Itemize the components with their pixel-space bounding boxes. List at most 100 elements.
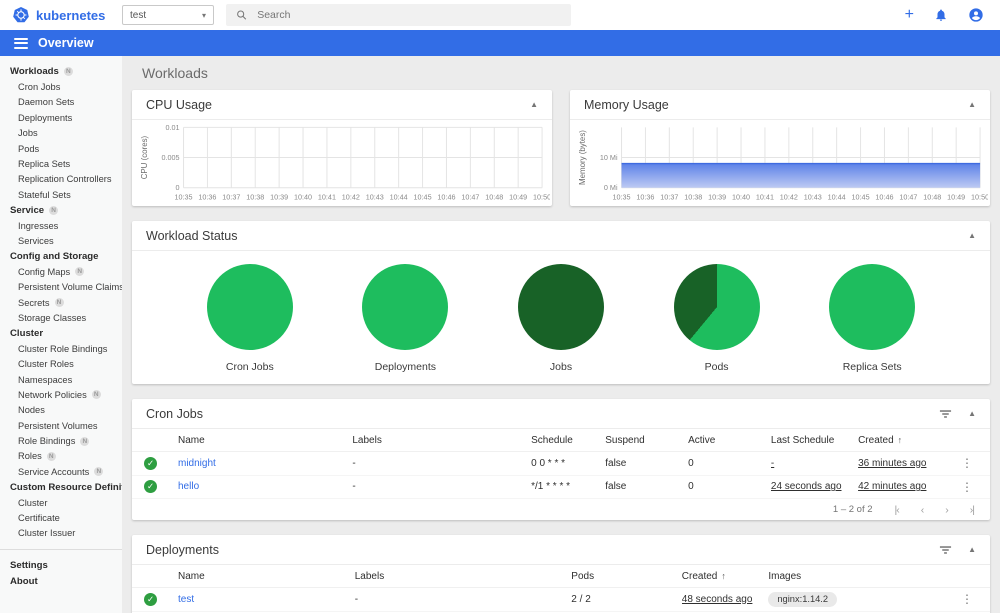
sidebar-item-jobs[interactable]: Jobs: [0, 126, 122, 141]
user-account-icon[interactable]: [968, 7, 984, 23]
sidebar-item-deployments[interactable]: Deployments: [0, 110, 122, 125]
sidebar-item-cluster-roles[interactable]: Cluster Roles: [0, 356, 122, 371]
sidebar-section-custom-resource-definitions[interactable]: Custom Resource Definitions: [0, 480, 122, 495]
sidebar-item-nodes[interactable]: Nodes: [0, 403, 122, 418]
row-menu-button[interactable]: ⋮: [954, 456, 980, 470]
cell-created: 48 seconds ago: [682, 594, 769, 605]
cell-text: -: [352, 481, 356, 493]
timestamp-link[interactable]: 42 minutes ago: [858, 481, 926, 492]
column-header-last-schedule[interactable]: Last Schedule: [771, 435, 858, 446]
hamburger-menu-icon[interactable]: [14, 37, 28, 49]
column-header-created[interactable]: Created ↑: [682, 571, 769, 582]
sidebar-item-persistent-volumes[interactable]: Persistent Volumes: [0, 418, 122, 433]
sidebar-item-cluster-role-bindings[interactable]: Cluster Role Bindings: [0, 341, 122, 356]
column-header-labels[interactable]: Labels: [352, 435, 531, 446]
collapse-caret-icon[interactable]: ▲: [968, 100, 976, 109]
sidebar-item-storage-classes[interactable]: Storage Classes: [0, 310, 122, 325]
kubernetes-logo[interactable]: kubernetes: [0, 6, 122, 24]
pagination-range-label: 1 – 2 of 2: [832, 504, 873, 515]
cell-text: 0: [688, 457, 694, 469]
resource-link[interactable]: test: [178, 594, 194, 605]
search-input[interactable]: [257, 9, 561, 21]
notifications-bell-icon[interactable]: [934, 8, 948, 22]
timestamp-link[interactable]: 48 seconds ago: [682, 594, 753, 605]
resource-link[interactable]: hello: [178, 481, 199, 492]
last-page-button[interactable]: ›|: [970, 504, 975, 516]
sidebar-item-cluster[interactable]: Cluster: [0, 495, 122, 510]
svg-text:10:37: 10:37: [660, 193, 678, 202]
cell-text: -: [352, 457, 356, 469]
sidebar-item-settings[interactable]: Settings: [0, 558, 122, 573]
column-header-suspend[interactable]: Suspend: [605, 435, 688, 446]
svg-text:10:44: 10:44: [390, 193, 408, 202]
sidebar-item-pods[interactable]: Pods: [0, 141, 122, 156]
sidebar-item-label: Stateful Sets: [18, 189, 71, 200]
next-page-button[interactable]: ›: [945, 504, 948, 516]
sidebar-item-ingresses[interactable]: Ingresses: [0, 218, 122, 233]
timestamp-link[interactable]: 36 minutes ago: [858, 458, 926, 469]
sidebar-item-replication-controllers[interactable]: Replication Controllers: [0, 172, 122, 187]
sidebar-item-cron-jobs[interactable]: Cron Jobs: [0, 79, 122, 94]
workload-pie-deployments: Deployments: [345, 264, 465, 373]
column-header-name[interactable]: Name: [178, 571, 355, 582]
sidebar-item-secrets[interactable]: Secrets N: [0, 295, 122, 310]
sidebar-item-label: Ingresses: [18, 220, 59, 231]
sidebar-item-stateful-sets[interactable]: Stateful Sets: [0, 187, 122, 202]
column-header-images[interactable]: Images: [768, 571, 954, 582]
sidebar-item-label: Config Maps: [18, 266, 71, 277]
sidebar-item-services[interactable]: Services: [0, 233, 122, 248]
sidebar-section-service[interactable]: Service N: [0, 203, 122, 218]
first-page-button[interactable]: |‹: [895, 504, 900, 516]
svg-text:10:49: 10:49: [509, 193, 527, 202]
sidebar-section-config-and-storage[interactable]: Config and Storage: [0, 249, 122, 264]
sidebar-item-replica-sets[interactable]: Replica Sets: [0, 156, 122, 171]
row-menu-button[interactable]: ⋮: [954, 480, 980, 494]
timestamp-link[interactable]: 24 seconds ago: [771, 481, 842, 492]
column-header-name[interactable]: Name: [178, 435, 352, 446]
namespaced-badge: N: [63, 67, 73, 77]
column-header-labels[interactable]: Labels: [355, 571, 572, 582]
sidebar-item-cluster-issuer[interactable]: Cluster Issuer: [0, 526, 122, 541]
status-ok-icon: ✓: [144, 456, 157, 470]
sidebar-item-roles[interactable]: Roles N: [0, 449, 122, 464]
sidebar-item-about[interactable]: About: [0, 574, 122, 589]
sidebar-item-daemon-sets[interactable]: Daemon Sets: [0, 95, 122, 110]
sidebar-section-label: Config and Storage: [10, 250, 99, 262]
sidebar-item-config-maps[interactable]: Config Maps N: [0, 264, 122, 279]
filter-icon[interactable]: [939, 409, 952, 419]
create-resource-button[interactable]: +: [905, 7, 914, 23]
sidebar-section-workloads[interactable]: Workloads N: [0, 64, 122, 79]
collapse-caret-icon[interactable]: ▲: [968, 231, 976, 240]
previous-page-button[interactable]: ‹: [921, 504, 924, 516]
cell-images: nginx:1.14.2: [768, 591, 954, 607]
column-header-created[interactable]: Created ↑: [858, 435, 954, 446]
sidebar-section-cluster[interactable]: Cluster: [0, 326, 122, 341]
sidebar-item-namespaces[interactable]: Namespaces: [0, 372, 122, 387]
sidebar-item-service-accounts[interactable]: Service Accounts N: [0, 464, 122, 479]
sidebar-item-persistent-volume-claims[interactable]: Persistent Volume ClaimsN: [0, 279, 122, 294]
namespace-select[interactable]: test ▾: [122, 5, 214, 25]
search-bar[interactable]: [226, 4, 571, 26]
sidebar-item-label: Jobs: [18, 128, 38, 139]
table-row: ✓ test - 2 / 2 48 seconds ago nginx:1.14.2 ⋮: [132, 588, 990, 612]
pie-chart-replica-sets: [829, 264, 916, 350]
column-header-pods[interactable]: Pods: [571, 571, 681, 582]
resource-link[interactable]: midnight: [178, 458, 216, 469]
namespaced-badge: N: [91, 390, 101, 400]
timestamp-link[interactable]: -: [771, 458, 774, 469]
namespaced-badge: N: [49, 205, 59, 215]
sidebar-item-certificate[interactable]: Certificate: [0, 510, 122, 525]
svg-text:10:37: 10:37: [222, 193, 240, 202]
filter-icon[interactable]: [939, 545, 952, 555]
collapse-caret-icon[interactable]: ▲: [968, 409, 976, 418]
column-header-schedule[interactable]: Schedule: [531, 435, 605, 446]
column-header-active[interactable]: Active: [688, 435, 771, 446]
collapse-caret-icon[interactable]: ▲: [530, 100, 538, 109]
sidebar-section-label: Workloads: [10, 66, 59, 78]
collapse-caret-icon[interactable]: ▲: [968, 545, 976, 554]
sidebar-section-label: Service: [10, 204, 45, 216]
sidebar-item-network-policies[interactable]: Network Policies N: [0, 387, 122, 402]
row-menu-button[interactable]: ⋮: [954, 592, 980, 606]
sidebar-item-role-bindings[interactable]: Role Bindings N: [0, 433, 122, 448]
sidebar-item-label: Certificate: [18, 513, 60, 524]
